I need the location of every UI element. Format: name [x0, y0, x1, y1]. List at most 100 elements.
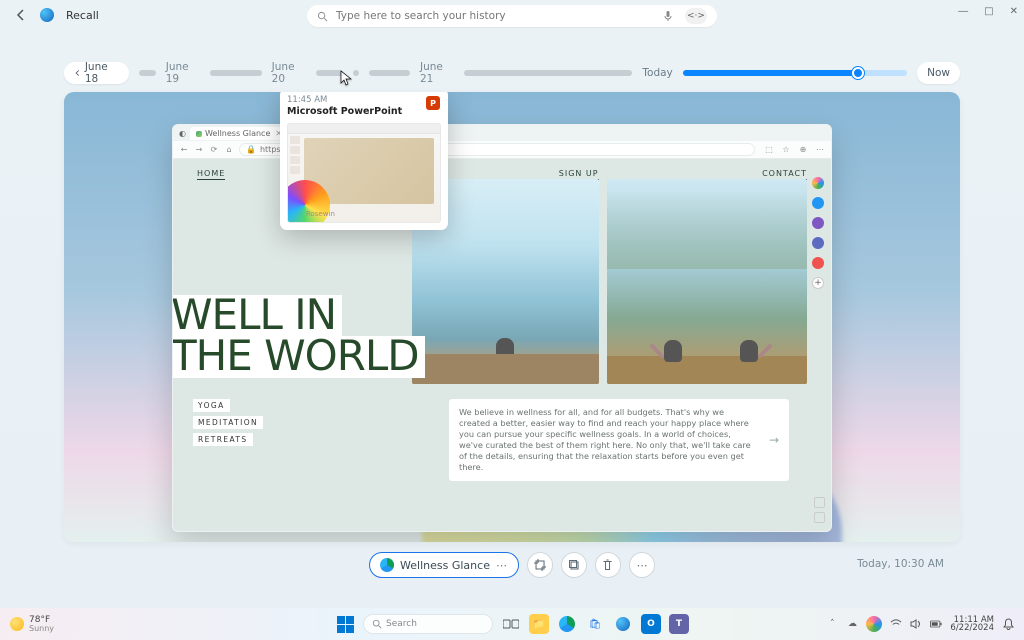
timeline-date-label: June 18 [85, 61, 119, 85]
chevron-left-icon [74, 69, 81, 77]
tab-title: Wellness Glance [205, 129, 270, 138]
timeline-preview-card[interactable]: 11:45 AM Microsoft PowerPoint P Rosewin [280, 92, 448, 230]
copy-button[interactable] [561, 552, 587, 578]
close-button[interactable]: ✕ [1010, 6, 1018, 17]
timeline-segment[interactable] [316, 70, 344, 76]
category-tags: YOGA MEDITATION RETREATS [193, 399, 263, 446]
sidebar-app-icon[interactable] [812, 197, 824, 209]
app-pill-label: Wellness Glance [400, 559, 490, 572]
nav-forward-icon[interactable]: → [194, 145, 204, 155]
timeline-date-selected[interactable]: June 18 [64, 62, 129, 84]
snapshot-actions: Wellness Glance ⋯ ⋯ [369, 552, 655, 578]
arrow-right-icon[interactable]: → [769, 432, 779, 448]
search-icon [372, 619, 382, 629]
onedrive-icon[interactable]: ☁ [846, 618, 858, 630]
browser-tab[interactable]: Wellness Glance ✕ [190, 127, 288, 140]
search-placeholder: Type here to search your history [336, 10, 506, 22]
timeline-handle[interactable] [852, 67, 864, 79]
hero-headline: WELL IN THE WORLD [172, 295, 425, 378]
timeline-date-label: June 20 [272, 61, 306, 85]
refresh-icon[interactable]: ⟳ [209, 145, 219, 155]
contrast-icon[interactable] [814, 497, 825, 508]
recall-taskbar-icon[interactable] [613, 614, 633, 634]
recall-logo-icon [40, 8, 54, 22]
favicon-icon [196, 131, 202, 137]
timeline-segment[interactable] [353, 70, 358, 76]
snapshot-viewport: ◐ Wellness Glance ✕ ← → ⟳ ⌂ 🔒 https://we… [64, 92, 960, 542]
copilot-tray-icon[interactable] [866, 616, 882, 632]
profile-icon: ◐ [179, 129, 186, 138]
timeline-segment[interactable] [139, 70, 156, 76]
thumbnail-label: Rosewin [306, 210, 335, 218]
teams-icon[interactable]: T [669, 614, 689, 634]
history-search[interactable]: Type here to search your history <·> [307, 5, 717, 27]
notifications-icon[interactable] [1002, 618, 1014, 630]
timeline-segment[interactable] [464, 70, 632, 76]
store-icon[interactable]: 🛍 [585, 614, 605, 634]
start-button[interactable] [335, 614, 355, 634]
open-in-app-button[interactable]: Wellness Glance ⋯ [369, 552, 519, 578]
home-icon[interactable]: ⌂ [224, 145, 234, 155]
sidebar-add-icon[interactable]: + [812, 277, 824, 289]
clock[interactable]: 11:11 AM 6/22/2024 [950, 616, 994, 633]
extension-icon[interactable]: ⬚ [764, 145, 774, 155]
timeline[interactable]: June 18 June 19 June 20 June 21 Today No… [64, 62, 960, 84]
sidebar-app-icon[interactable] [812, 257, 824, 269]
browser-tab-strip: ◐ Wellness Glance ✕ [173, 125, 831, 141]
explorer-icon[interactable]: 📁 [529, 614, 549, 634]
copilot-icon[interactable] [812, 177, 824, 189]
snapshot-timestamp: Today, 10:30 AM [857, 558, 944, 570]
battery-icon[interactable] [930, 618, 942, 630]
taskbar-center: Search 📁 🛍 O T [335, 614, 689, 634]
preview-time: 11:45 AM [287, 95, 441, 105]
sidebar-app-icon[interactable] [812, 217, 824, 229]
tag-item[interactable]: RETREATS [193, 433, 253, 446]
timeline-now-button[interactable]: Now [917, 62, 960, 84]
nav-back-icon[interactable]: ← [179, 145, 189, 155]
task-view-icon[interactable] [501, 614, 521, 634]
more-actions-button[interactable]: ⋯ [629, 552, 655, 578]
weather-condition: Sunny [29, 625, 54, 633]
timeline-today-slider[interactable] [683, 70, 907, 76]
filter-button[interactable]: <·> [685, 8, 707, 24]
preview-app-name: Microsoft PowerPoint [287, 106, 441, 117]
delete-button[interactable] [595, 552, 621, 578]
timeline-date-label: June 21 [420, 61, 454, 85]
system-tray: ˄ ☁ 11:11 AM 6/22/2024 [826, 616, 1014, 633]
outlook-icon[interactable]: O [641, 614, 661, 634]
edge-sidebar: + [809, 177, 827, 289]
favorite-icon[interactable]: ☆ [781, 145, 791, 155]
browser-toolbar: ← → ⟳ ⌂ 🔒 https://wellnessglance.com ⬚ ☆… [173, 141, 831, 159]
edge-taskbar-icon[interactable] [557, 614, 577, 634]
app-title: Recall [66, 9, 99, 22]
app-header: Recall Type here to search your history … [0, 0, 1024, 30]
maximize-button[interactable]: □ [984, 6, 993, 17]
webpage-content: HOME SIGN UP CONTACT [173, 159, 831, 531]
edge-icon [380, 558, 394, 572]
mic-icon[interactable] [663, 10, 673, 22]
timeline-segment[interactable] [210, 70, 262, 76]
more-icon[interactable]: ⋯ [496, 559, 508, 572]
sidebar-app-icon[interactable] [812, 237, 824, 249]
settings-gear-icon[interactable] [814, 512, 825, 523]
description-text: We believe in wellness for all, and for … [459, 407, 757, 473]
chevron-up-icon[interactable]: ˄ [826, 618, 838, 630]
captured-browser-window: ◐ Wellness Glance ✕ ← → ⟳ ⌂ 🔒 https://we… [172, 124, 832, 532]
timeline-date-label: June 19 [166, 61, 200, 85]
tag-item[interactable]: MEDITATION [193, 416, 263, 429]
lock-icon: 🔒 [246, 145, 256, 154]
settings-icon[interactable]: ⋯ [815, 145, 825, 155]
tag-item[interactable]: YOGA [193, 399, 230, 412]
taskbar: 78°F Sunny Search 📁 🛍 O T ˄ ☁ 11:11 AM 6… [0, 608, 1024, 640]
crop-button[interactable] [527, 552, 553, 578]
collections-icon[interactable]: ⊕ [798, 145, 808, 155]
preview-thumbnail: Rosewin [287, 123, 441, 223]
taskbar-search[interactable]: Search [363, 614, 493, 634]
volume-icon[interactable] [910, 618, 922, 630]
wifi-icon[interactable] [890, 618, 902, 630]
minimize-button[interactable]: ― [958, 6, 968, 17]
timeline-today-label: Today [642, 67, 672, 79]
back-button[interactable] [10, 4, 32, 26]
timeline-segment[interactable] [369, 70, 410, 76]
weather-widget[interactable]: 78°F Sunny [10, 616, 54, 633]
